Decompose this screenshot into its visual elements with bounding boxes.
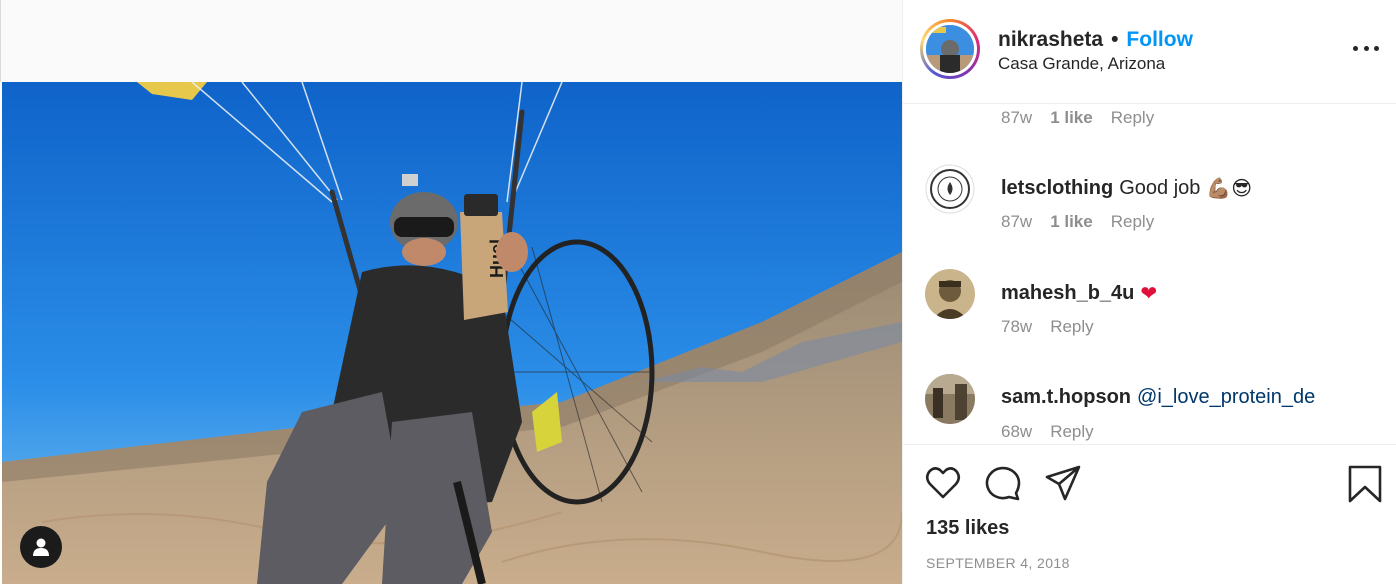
likes-count[interactable]: 135 likes [926, 517, 1009, 540]
comment-text: letsclothing Good job 💪🏽😎 [1001, 176, 1252, 201]
comment-age: 87w [1001, 212, 1033, 231]
author-avatar[interactable] [920, 19, 980, 79]
comment-meta: 78w Reply [1001, 317, 1094, 337]
comment-body: Good job [1119, 177, 1201, 199]
reply-button[interactable]: Reply [1050, 317, 1093, 337]
comment-meta: 87w 1 like Reply [1001, 108, 1154, 128]
comment-emoji: 💪🏽😎 [1206, 178, 1253, 200]
comment-item: letsclothing Good job 💪🏽😎 87w 1 like Rep… [903, 164, 1396, 264]
user-tag-button[interactable] [20, 526, 62, 568]
comment-age: 87w [1001, 108, 1033, 127]
post-actions: 135 likes SEPTEMBER 4, 2018 [903, 444, 1396, 584]
commenter-username[interactable]: mahesh_b_4u [1001, 282, 1134, 305]
comment-age: 78w [1001, 317, 1033, 336]
comment-age: 68w [1001, 422, 1033, 441]
author-username[interactable]: nikrasheta [998, 28, 1103, 52]
bookmark-icon[interactable] [1345, 463, 1385, 503]
comment-text: mahesh_b_4u ❤ [1001, 281, 1157, 306]
post-location[interactable]: Casa Grande, Arizona [998, 54, 1165, 74]
comment-text: sam.t.hopson @i_love_protein_de [1001, 386, 1315, 409]
comment-icon[interactable] [983, 463, 1023, 503]
commenter-avatar[interactable] [925, 269, 975, 319]
mention-link[interactable]: @i_love_protein_de [1137, 386, 1315, 409]
comments-list[interactable]: 87w 1 like Reply letsclothing Good job 💪… [903, 104, 1396, 444]
heart-icon[interactable] [923, 463, 963, 503]
reply-button[interactable]: Reply [1111, 212, 1154, 232]
comment-item: mahesh_b_4u ❤ 78w Reply [903, 269, 1396, 369]
post-side-panel: nikrasheta • Follow Casa Grande, Arizona… [902, 0, 1396, 584]
comment-likes[interactable]: 1 like [1050, 108, 1093, 128]
commenter-username[interactable]: letsclothing [1001, 177, 1113, 200]
comment-meta: 87w 1 like Reply [1001, 212, 1154, 232]
header-separator: • [1111, 28, 1119, 51]
more-options-icon[interactable] [1353, 38, 1379, 58]
follow-button[interactable]: Follow [1126, 28, 1193, 52]
share-icon[interactable] [1043, 463, 1083, 503]
reply-button[interactable]: Reply [1050, 422, 1093, 442]
post-photo[interactable]: Huel [2, 82, 902, 584]
heart-emoji: ❤ [1140, 283, 1158, 305]
post-date[interactable]: SEPTEMBER 4, 2018 [926, 555, 1070, 571]
user-tag-icon [33, 538, 49, 556]
reply-button[interactable]: Reply [1111, 108, 1154, 128]
comment-item: sam.t.hopson @i_love_protein_de 68w Repl… [903, 374, 1396, 444]
comment-meta: 68w Reply [1001, 422, 1094, 442]
comment-likes[interactable]: 1 like [1050, 212, 1093, 232]
commenter-avatar[interactable] [925, 374, 975, 424]
commenter-avatar[interactable] [925, 164, 975, 214]
header-user-line: nikrasheta • Follow [998, 28, 1193, 52]
media-top-letterbox [0, 0, 902, 82]
post-header: nikrasheta • Follow Casa Grande, Arizona [903, 0, 1396, 104]
commenter-username[interactable]: sam.t.hopson [1001, 386, 1131, 409]
